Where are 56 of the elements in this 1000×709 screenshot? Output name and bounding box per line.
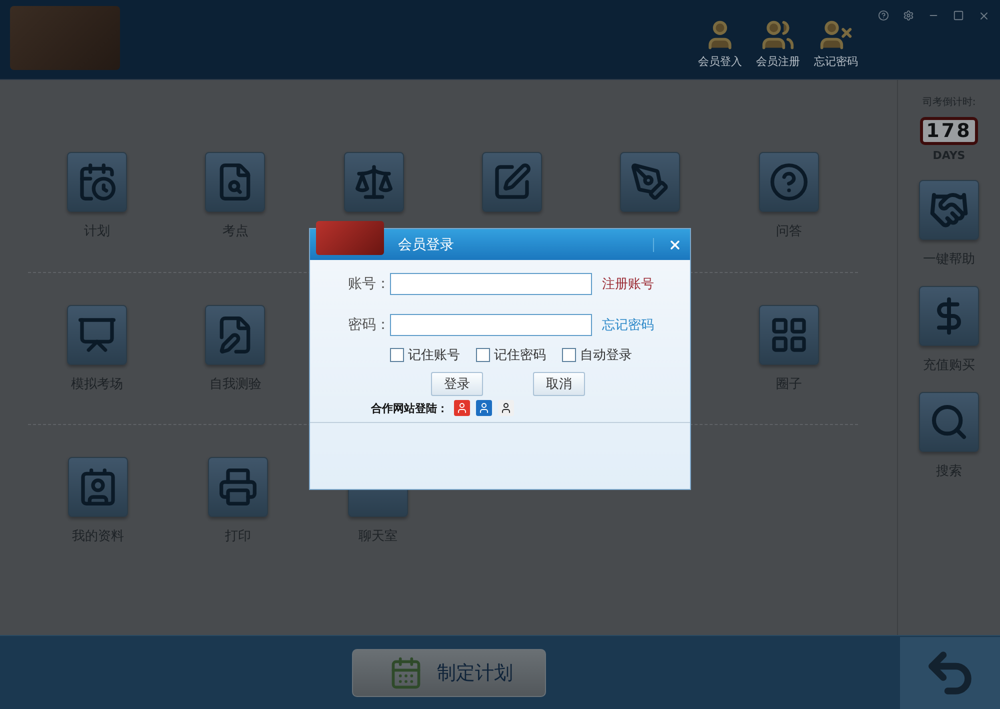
contact-card-icon	[78, 467, 118, 507]
search-icon	[929, 402, 969, 442]
users-icon	[761, 18, 795, 52]
board-icon	[77, 315, 118, 355]
handshake-icon	[929, 190, 969, 230]
logo-image	[316, 220, 384, 254]
input-field[interactable]	[390, 314, 592, 336]
feature-tile[interactable]	[758, 305, 819, 365]
countdown-counter: 178	[920, 117, 978, 145]
checkbox[interactable]	[390, 348, 404, 362]
header-action-button[interactable]: 会员登入	[698, 18, 742, 69]
settings-icon[interactable]	[903, 10, 914, 21]
help-icon[interactable]	[878, 10, 889, 21]
link[interactable]: 注册账号	[602, 275, 654, 293]
user-cross-icon	[819, 18, 853, 52]
feature-tile[interactable]	[205, 305, 266, 365]
close-button[interactable]	[653, 238, 682, 252]
close-icon[interactable]	[978, 10, 990, 22]
printer-icon	[218, 467, 258, 507]
calendar-clock-icon	[77, 162, 118, 202]
calendar-icon	[389, 656, 423, 690]
input-field[interactable]	[390, 273, 592, 295]
feature-tile[interactable]	[68, 457, 128, 517]
checkbox-label: 自动登录	[580, 347, 632, 364]
feature-tile[interactable]	[67, 152, 128, 212]
partner-login-icon[interactable]	[498, 400, 514, 416]
feature-tile[interactable]	[758, 152, 819, 212]
maximize-icon[interactable]	[953, 10, 964, 21]
checkbox[interactable]	[562, 348, 576, 362]
field-label: 密码：	[347, 316, 390, 334]
dialog-title: 会员登录	[398, 236, 454, 254]
feature-tile[interactable]	[620, 152, 680, 212]
pen-icon	[630, 162, 670, 202]
side-tile[interactable]	[919, 286, 979, 346]
feature-tile[interactable]	[67, 305, 128, 365]
link[interactable]: 忘记密码	[602, 316, 654, 334]
checkbox-label: 记住密码	[494, 347, 546, 364]
feature-tile[interactable]	[344, 152, 404, 212]
back-button[interactable]	[900, 636, 1000, 708]
feature-tile[interactable]	[482, 152, 542, 212]
edit-icon	[492, 162, 532, 202]
dialog-button[interactable]: 登录	[431, 372, 483, 396]
dialog-button[interactable]: 取消	[533, 372, 585, 396]
side-tile[interactable]	[919, 180, 979, 240]
side-tile[interactable]	[919, 392, 979, 452]
feature-tile[interactable]	[208, 457, 268, 517]
feature-tile[interactable]	[205, 152, 266, 212]
close-icon	[668, 238, 682, 252]
field-label: 账号：	[347, 275, 390, 293]
header-action-button[interactable]: 忘记密码	[814, 18, 858, 69]
help-icon	[768, 162, 809, 202]
checkbox[interactable]	[476, 348, 490, 362]
header-action-button[interactable]: 会员注册	[756, 18, 800, 69]
partner-login-label: 合作网站登陆：	[371, 400, 448, 416]
checkbox-label: 记住账号	[408, 347, 460, 364]
scales-icon	[354, 162, 394, 202]
